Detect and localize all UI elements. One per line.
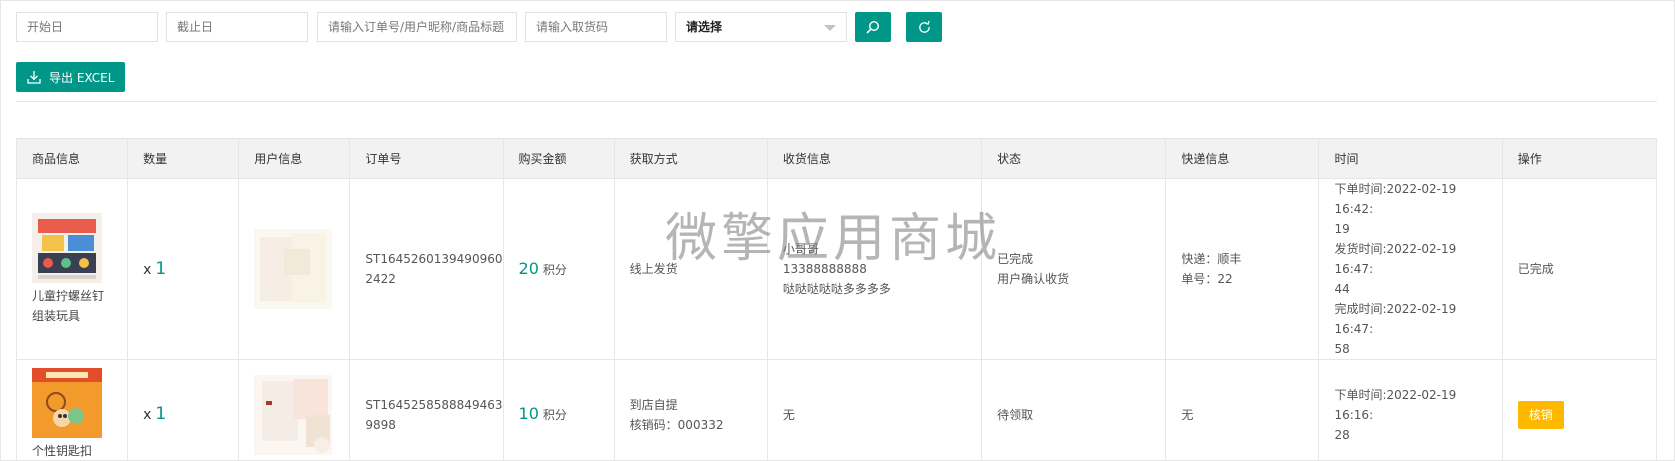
quantity-cell: x1: [127, 359, 240, 461]
order-no-cell: ST1645258588849463 9898: [349, 359, 504, 461]
divider: [16, 101, 1657, 102]
method-cell: 线上发货: [613, 178, 768, 360]
quantity-cell: x1: [127, 178, 240, 360]
method-text: 到店自提: [629, 397, 678, 412]
chevron-down-icon: [824, 25, 836, 31]
method-text: 线上发货: [629, 262, 678, 276]
user-avatar: [254, 374, 333, 455]
status-subtext: 用户确认收货: [997, 272, 1070, 286]
status-cell: 已完成 用户确认收货: [981, 178, 1167, 360]
order-no-cell: ST1645260139490960 2422: [349, 178, 504, 360]
amount-unit: 积分: [542, 262, 567, 277]
amount-value: 10: [518, 404, 539, 423]
status-select[interactable]: 请选择: [675, 12, 847, 42]
time-line: 58: [1334, 342, 1350, 356]
user-cell: [238, 359, 351, 461]
product-thumbnail[interactable]: [32, 368, 102, 438]
user-cell: [238, 178, 351, 360]
product-name: 儿童拧螺丝钉组装玩具: [32, 288, 105, 323]
table-row: 个性钥匙扣 x1 ST1645258588849463 9898 10 积分 到…: [15, 359, 1658, 461]
download-icon: [27, 71, 41, 84]
search-icon: [866, 20, 880, 34]
express-company: 快递：顺丰: [1181, 252, 1242, 266]
col-header-time: 时间: [1318, 138, 1503, 179]
action-status-text: 已完成: [1517, 262, 1554, 276]
time-line: 完成时间:2022-02-19 16:47:: [1334, 302, 1457, 336]
qty-value: 1: [155, 258, 167, 279]
search-button[interactable]: [855, 12, 891, 42]
verify-code: 核销码：000332: [629, 417, 724, 432]
user-avatar: [254, 229, 333, 309]
col-header-user: 用户信息: [238, 138, 351, 179]
status-text: 已完成: [997, 252, 1034, 266]
time-cell: 下单时间:2022-02-19 16:42: 19 发货时间:2022-02-1…: [1318, 178, 1503, 360]
amount-value: 20: [518, 258, 539, 278]
status-cell: 待领取: [981, 359, 1167, 461]
orders-table: 商品信息 数量 用户信息 订单号 购买金额 获取方式 收货信息 状态 快递信息 …: [15, 138, 1658, 461]
time-line: 下单时间:2022-02-19 16:42:: [1334, 182, 1457, 216]
receiver-address: 哒哒哒哒哒多多多多: [782, 282, 891, 296]
receiver-phone: 13388888888: [782, 262, 867, 276]
end-date-input[interactable]: [166, 12, 308, 42]
table-row: 儿童拧螺丝钉组装玩具 x1 ST1645260139490960 2422 20…: [15, 178, 1658, 360]
product-cell: 儿童拧螺丝钉组装玩具: [15, 178, 129, 360]
time-line: 44: [1334, 282, 1350, 296]
express-company: 无: [1181, 407, 1194, 422]
col-header-status: 状态: [981, 138, 1167, 179]
action-cell: 核销: [1501, 359, 1658, 461]
time-line: 28: [1334, 427, 1350, 442]
col-header-receiver: 收货信息: [766, 138, 983, 179]
status-text: 待领取: [997, 407, 1034, 422]
time-cell: 下单时间:2022-02-19 16:16: 28: [1318, 359, 1503, 461]
receiver-cell: 无: [766, 359, 983, 461]
order-no-line: ST1645260139490960: [365, 252, 503, 266]
order-no-line: 9898: [365, 417, 396, 432]
col-header-method: 获取方式: [613, 138, 768, 179]
col-header-order-no: 订单号: [349, 138, 504, 179]
product-thumbnail[interactable]: [32, 212, 102, 283]
status-select-value: 请选择: [686, 20, 723, 34]
col-header-action: 操作: [1501, 138, 1658, 179]
pickup-code-input[interactable]: [525, 12, 667, 42]
table-header-row: 商品信息 数量 用户信息 订单号 购买金额 获取方式 收货信息 状态 快递信息 …: [15, 138, 1658, 179]
qty-prefix: x: [143, 261, 152, 278]
col-header-quantity: 数量: [127, 138, 240, 179]
col-header-product: 商品信息: [15, 138, 129, 179]
refresh-icon: [918, 20, 930, 33]
method-cell: 到店自提 核销码：000332: [613, 359, 768, 461]
product-cell: 个性钥匙扣: [15, 359, 129, 461]
time-line: 下单时间:2022-02-19 16:16:: [1334, 387, 1457, 422]
receiver-name: 无: [782, 407, 795, 422]
verify-button[interactable]: 核销: [1517, 400, 1564, 429]
export-excel-label: 导出 EXCEL: [49, 70, 115, 85]
order-no-line: ST1645258588849463: [365, 397, 503, 412]
receiver-name: 小哥哥: [782, 242, 819, 256]
order-no-line: 2422: [365, 272, 396, 286]
refresh-button[interactable]: [906, 12, 942, 42]
product-name: 个性钥匙扣: [32, 444, 93, 458]
receiver-cell: 小哥哥 13388888888 哒哒哒哒哒多多多多: [766, 178, 983, 360]
amount-unit: 积分: [542, 408, 567, 422]
time-line: 19: [1334, 222, 1350, 236]
col-header-amount: 购买金额: [502, 138, 615, 179]
express-number: 单号：22: [1181, 272, 1233, 286]
qty-value: 1: [155, 404, 167, 424]
amount-cell: 20 积分: [502, 178, 615, 360]
express-cell: 无: [1165, 359, 1320, 461]
export-excel-button[interactable]: 导出 EXCEL: [16, 62, 126, 92]
amount-cell: 10 积分: [502, 359, 615, 461]
qty-prefix: x: [143, 407, 152, 423]
express-cell: 快递：顺丰 单号：22: [1165, 178, 1320, 360]
col-header-express: 快递信息: [1165, 138, 1320, 179]
action-cell: 已完成: [1501, 178, 1658, 360]
time-line: 发货时间:2022-02-19 16:47:: [1334, 242, 1457, 276]
keyword-search-input[interactable]: [317, 12, 517, 42]
start-date-input[interactable]: [16, 12, 158, 42]
